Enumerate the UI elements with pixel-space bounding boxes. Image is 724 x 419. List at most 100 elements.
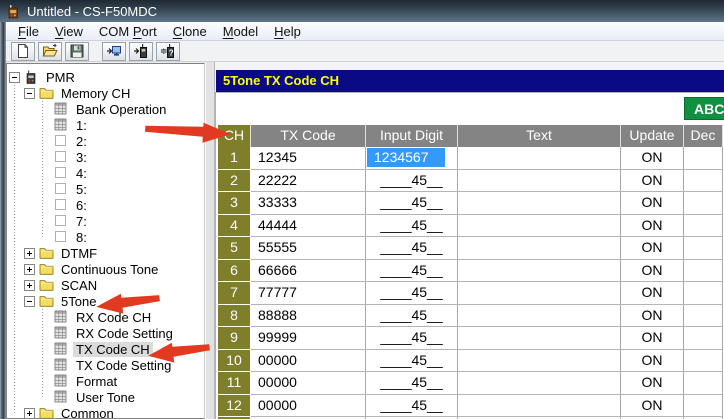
menu-item[interactable]: Model (215, 23, 266, 40)
cell-update[interactable]: ON (621, 395, 684, 418)
cell-tx-code[interactable]: 00000 (251, 395, 366, 418)
cell-dec[interactable] (684, 170, 723, 193)
clone-write-button[interactable] (129, 42, 153, 61)
expand-toggle-icon[interactable] (24, 248, 35, 259)
tree-item[interactable]: 6: (7, 197, 204, 213)
save-file-button[interactable] (65, 42, 89, 61)
cell-tx-code[interactable]: 22222 (251, 170, 366, 193)
cell-dec[interactable] (684, 147, 723, 170)
abc-text-mode-button[interactable]: ABC (684, 97, 724, 120)
window-titlebar[interactable]: Untitled - CS-F50MDC (0, 0, 724, 22)
cell-dec[interactable] (684, 395, 723, 418)
cell-tx-code[interactable]: 00000 (251, 372, 366, 395)
cell-dec[interactable] (684, 215, 723, 238)
tree-item[interactable]: Common (7, 405, 204, 419)
cell-dec[interactable] (684, 372, 723, 395)
cell-update[interactable]: ON (621, 170, 684, 193)
cell-text[interactable] (458, 147, 621, 170)
cell-tx-code[interactable]: 77777 (251, 282, 366, 305)
cell-input-digit[interactable]: ____45__ (366, 237, 458, 260)
cell-text[interactable] (458, 372, 621, 395)
menu-item[interactable]: COM Port (91, 23, 165, 40)
open-file-button[interactable] (38, 42, 62, 61)
tree-item[interactable]: 5: (7, 181, 204, 197)
menu-item[interactable]: Clone (165, 23, 215, 40)
cell-input-digit[interactable]: ____45__ (366, 215, 458, 238)
expand-toggle-icon[interactable] (24, 264, 35, 275)
cell-tx-code[interactable]: 66666 (251, 260, 366, 283)
tree-item[interactable]: Format (7, 373, 204, 389)
cell-dec[interactable] (684, 237, 723, 260)
cell-update[interactable]: ON (621, 192, 684, 215)
cell-tx-code[interactable]: 55555 (251, 237, 366, 260)
cell-text[interactable] (458, 215, 621, 238)
cell-update[interactable]: ON (621, 282, 684, 305)
cell-dec[interactable] (684, 192, 723, 215)
tree-item[interactable]: 7: (7, 213, 204, 229)
cell-update[interactable]: ON (621, 215, 684, 238)
cell-dec[interactable] (684, 327, 723, 350)
expand-toggle-icon[interactable] (9, 72, 20, 83)
expand-toggle-icon[interactable] (24, 88, 35, 99)
tree-item[interactable]: SCAN (7, 277, 204, 293)
cell-dec[interactable] (684, 350, 723, 373)
cell-input-digit[interactable]: 1234567 (366, 147, 458, 170)
expand-toggle-icon[interactable] (24, 296, 35, 307)
tree-item[interactable]: DTMF (7, 245, 204, 261)
cell-text[interactable] (458, 305, 621, 328)
cell-input-digit[interactable]: ____45__ (366, 350, 458, 373)
tree-item[interactable]: 3: (7, 149, 204, 165)
cell-tx-code[interactable]: 99999 (251, 327, 366, 350)
tree-item[interactable]: RX Code Setting (7, 325, 204, 341)
cell-text[interactable] (458, 395, 621, 418)
cell-update[interactable]: ON (621, 327, 684, 350)
cell-text[interactable] (458, 327, 621, 350)
cell-input-digit[interactable]: ____45__ (366, 327, 458, 350)
cell-text[interactable] (458, 237, 621, 260)
cell-update[interactable]: ON (621, 350, 684, 373)
tree-item[interactable]: 8: (7, 229, 204, 245)
cell-update[interactable]: ON (621, 237, 684, 260)
cell-tx-code[interactable]: 44444 (251, 215, 366, 238)
cell-text[interactable] (458, 192, 621, 215)
tree-item[interactable]: 4: (7, 165, 204, 181)
cell-update[interactable]: ON (621, 260, 684, 283)
cell-tx-code[interactable]: 00000 (251, 350, 366, 373)
tree-item[interactable]: User Tone (7, 389, 204, 405)
cell-input-digit[interactable]: ____45__ (366, 282, 458, 305)
tree-item[interactable]: Bank Operation (7, 101, 204, 117)
cell-text[interactable] (458, 282, 621, 305)
column-header-input-digit: Input Digit (366, 125, 458, 147)
cell-text[interactable] (458, 170, 621, 193)
cell-dec[interactable] (684, 282, 723, 305)
cell-input-digit[interactable]: ____45__ (366, 192, 458, 215)
cell-input-digit[interactable]: ____45__ (366, 260, 458, 283)
cell-dec[interactable] (684, 260, 723, 283)
new-file-button[interactable] (11, 42, 35, 61)
cell-update[interactable]: ON (621, 305, 684, 328)
cell-text[interactable] (458, 260, 621, 283)
cell-tx-code[interactable]: 12345 (251, 147, 366, 170)
cell-tx-code[interactable]: 33333 (251, 192, 366, 215)
clone-info-button[interactable]: ≑ ? (156, 42, 180, 61)
cell-update[interactable]: ON (621, 147, 684, 170)
cell-tx-code[interactable]: 88888 (251, 305, 366, 328)
cell-update[interactable]: ON (621, 372, 684, 395)
cell-input-digit[interactable]: ____45__ (366, 395, 458, 418)
expand-toggle-icon[interactable] (24, 408, 35, 419)
table-row: 5 55555 ____45__ ON (218, 237, 723, 260)
menu-item[interactable]: View (47, 23, 91, 40)
menu-item[interactable]: Help (266, 23, 309, 40)
cell-text[interactable] (458, 350, 621, 373)
cell-input-digit[interactable]: ____45__ (366, 170, 458, 193)
tree-item[interactable]: Continuous Tone (7, 261, 204, 277)
tree-item[interactable]: PMR (7, 69, 204, 85)
panel-splitter[interactable] (205, 62, 215, 419)
tree-item[interactable]: Memory CH (7, 85, 204, 101)
menu-item[interactable]: File (10, 23, 47, 40)
cell-dec[interactable] (684, 305, 723, 328)
cell-input-digit[interactable]: ____45__ (366, 305, 458, 328)
clone-read-button[interactable] (102, 42, 126, 61)
expand-toggle-icon[interactable] (24, 280, 35, 291)
cell-input-digit[interactable]: ____45__ (366, 372, 458, 395)
